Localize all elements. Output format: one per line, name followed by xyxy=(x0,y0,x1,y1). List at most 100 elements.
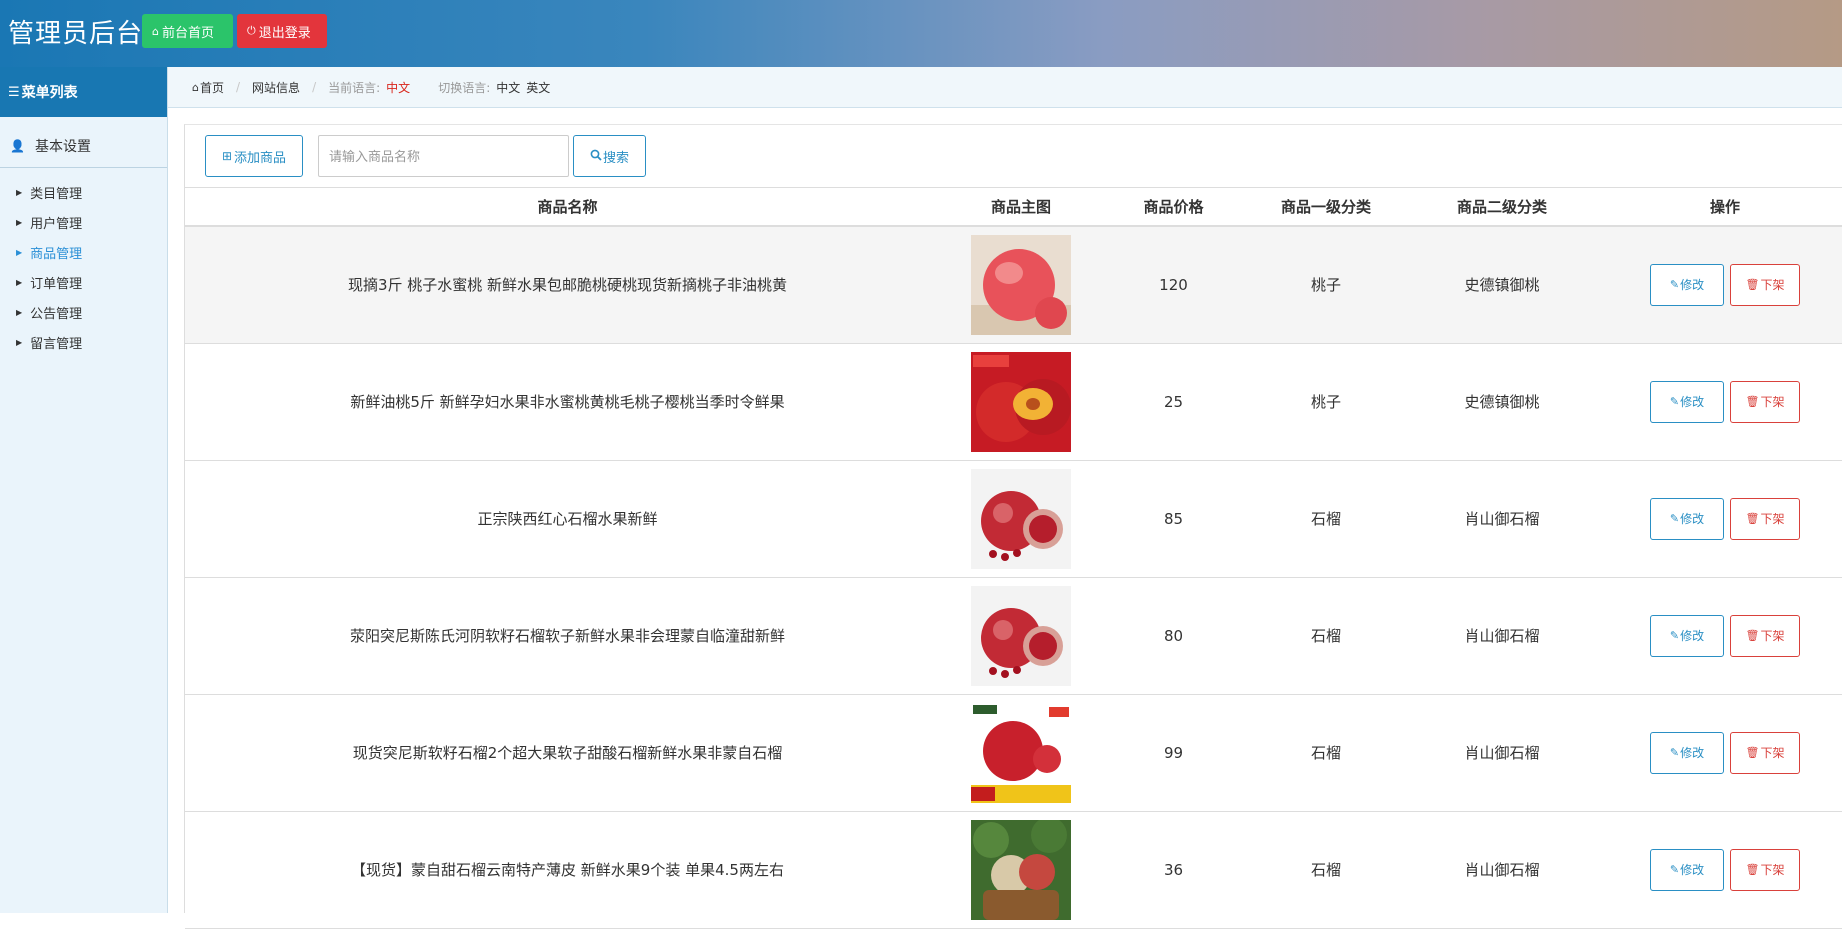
sidebar-item[interactable]: ▶ 公告管理 xyxy=(0,297,167,327)
frontend-home-label: 前台首页 xyxy=(161,25,214,41)
pomegranate-image xyxy=(971,585,1071,686)
sidebar-menu: ▶ 类目管理 ▶ 用户管理 ▶ 商品管理 ▶ 订单管理 ▶ 公告管理 ▶ 留言管理 xyxy=(0,168,167,357)
delist-button[interactable]: 🗑 下架 xyxy=(1730,263,1800,306)
menu-list-title: 菜单列表 xyxy=(21,85,78,101)
column-header-image: 商品主图 xyxy=(990,198,1051,216)
edit-button[interactable]: ✎ 修改 xyxy=(1650,263,1724,306)
product-name: 新鲜油桃5斤 新鲜孕妇水果非水蜜桃黄桃毛桃子樱桃当季时令鲜果 xyxy=(350,393,785,411)
product-price: 99 xyxy=(1163,743,1184,762)
logout-button[interactable]: ⏻ 退出登录 xyxy=(237,14,327,48)
home-icon: ⌂ xyxy=(152,24,159,38)
trash-icon: 🗑 xyxy=(1745,746,1760,759)
delist-button[interactable]: 🗑 下架 xyxy=(1730,497,1800,540)
caret-right-icon: ▶ xyxy=(16,187,23,197)
edit-label: 修改 xyxy=(1680,746,1705,760)
delist-button[interactable]: 🗑 下架 xyxy=(1730,614,1800,657)
search-icon xyxy=(590,149,602,164)
table-row: 新鲜油桃5斤 新鲜孕妇水果非水蜜桃黄桃毛桃子樱桃当季时令鲜果 25 桃子 史德镇御桃 ✎… xyxy=(185,343,1842,460)
edit-button[interactable]: ✎ 修改 xyxy=(1650,848,1724,891)
product-name: 正宗陕西红心石榴水果新鲜 xyxy=(477,510,658,528)
sidebar-item[interactable]: ▶ 留言管理 xyxy=(0,327,167,357)
sidebar-item-label: 订单管理 xyxy=(30,276,83,292)
search-button[interactable]: 搜索 xyxy=(573,135,646,177)
sidebar-item[interactable]: ▶ 用户管理 xyxy=(0,207,167,237)
table-row: 正宗陕西红心石榴水果新鲜 85 石榴 肖山御石榴 ✎ 修改 🗑 下架 xyxy=(185,460,1842,577)
sidebar: ☰ 菜单列表 👤 基本设置 ▶ 类目管理 ▶ 用户管理 ▶ 商品管理 ▶ 订单管理 ▶ 公告管理 ▶… xyxy=(0,67,168,913)
product-price: 120 xyxy=(1159,275,1188,294)
delist-button[interactable]: 🗑 下架 xyxy=(1730,731,1800,774)
frontend-home-button[interactable]: ⌂ 前台首页 xyxy=(142,14,233,48)
edit-label: 修改 xyxy=(1680,863,1705,877)
plus-square-icon: ⊞ xyxy=(221,149,233,163)
sidebar-item-label: 类目管理 xyxy=(30,186,83,202)
delist-label: 下架 xyxy=(1760,395,1785,409)
product-image-cell xyxy=(950,577,1092,694)
breadcrumb-site-info[interactable]: 网站信息 xyxy=(252,79,300,96)
trash-icon: 🗑 xyxy=(1745,512,1760,525)
switch-language-label: 切换语言: xyxy=(438,80,491,95)
edit-icon: ✎ xyxy=(1669,278,1680,292)
sidebar-item[interactable]: ▶ 类目管理 xyxy=(0,177,167,207)
app-title: 管理员后台 xyxy=(8,19,144,49)
delist-button[interactable]: 🗑 下架 xyxy=(1730,848,1800,891)
add-product-button[interactable]: ⊞ 添加商品 xyxy=(205,135,303,177)
caret-right-icon: ▶ xyxy=(16,217,23,227)
delist-label: 下架 xyxy=(1760,746,1785,760)
language-zh-link[interactable]: 中文 xyxy=(496,79,520,96)
delist-label: 下架 xyxy=(1760,278,1785,293)
pomegranate-basket-image xyxy=(971,819,1071,920)
delist-label: 下架 xyxy=(1760,629,1785,643)
product-category2: 史德镇御桃 xyxy=(1464,393,1540,411)
product-actions: ✎ 修改 🗑 下架 xyxy=(1607,577,1842,694)
trash-icon: 🗑 xyxy=(1745,863,1760,876)
product-image-cell xyxy=(950,811,1092,928)
column-header-name: 商品名称 xyxy=(537,198,598,216)
caret-right-icon: ▶ xyxy=(16,277,23,287)
product-category2: 肖山御石榴 xyxy=(1464,861,1540,879)
edit-icon: ✎ xyxy=(1669,863,1680,876)
sidebar-item[interactable]: ▶ 订单管理 xyxy=(0,267,167,297)
column-header-price: 商品价格 xyxy=(1143,198,1204,216)
product-image-cell xyxy=(950,694,1092,811)
basic-settings-group[interactable]: 👤 基本设置 xyxy=(0,125,167,168)
trash-icon: 🗑 xyxy=(1745,395,1760,408)
product-category1: 桃子 xyxy=(1310,393,1341,411)
edit-button[interactable]: ✎ 修改 xyxy=(1650,731,1724,774)
breadcrumb-separator: / xyxy=(312,80,317,94)
language-en-link[interactable]: 英文 xyxy=(526,79,550,96)
breadcrumb-home[interactable]: ⌂ 首页 xyxy=(192,79,224,96)
caret-right-icon: ▶ xyxy=(16,307,23,317)
toolbar: ⊞ 添加商品 搜索 xyxy=(185,125,1842,188)
product-category1: 石榴 xyxy=(1310,744,1341,762)
current-language-label: 当前语言: xyxy=(328,80,381,95)
home-icon: ⌂ xyxy=(192,80,199,94)
edit-icon: ✎ xyxy=(1669,746,1680,759)
edit-label: 修改 xyxy=(1680,278,1705,293)
product-price: 25 xyxy=(1163,392,1184,411)
product-actions: ✎ 修改 🗑 下架 xyxy=(1607,811,1842,928)
delist-label: 下架 xyxy=(1760,863,1785,877)
edit-button[interactable]: ✎ 修改 xyxy=(1650,380,1724,423)
product-price: 85 xyxy=(1163,509,1184,528)
column-header-actions: 操作 xyxy=(1709,198,1740,216)
product-category1: 石榴 xyxy=(1310,861,1341,879)
product-image-cell xyxy=(950,226,1092,343)
sidebar-item[interactable]: ▶ 商品管理 xyxy=(0,237,167,267)
trash-icon: 🗑 xyxy=(1745,278,1760,292)
edit-button[interactable]: ✎ 修改 xyxy=(1650,614,1724,657)
edit-button[interactable]: ✎ 修改 xyxy=(1650,497,1724,540)
column-header-category2: 商品二级分类 xyxy=(1456,198,1547,216)
breadcrumb-separator: / xyxy=(236,80,241,94)
caret-right-icon: ▶ xyxy=(16,247,23,257)
edit-label: 修改 xyxy=(1680,512,1705,526)
menu-list-header: ☰ 菜单列表 xyxy=(0,67,167,117)
product-category1: 石榴 xyxy=(1310,510,1341,528)
delist-label: 下架 xyxy=(1760,512,1785,526)
peach-image xyxy=(971,234,1071,335)
basic-settings-label: 基本设置 xyxy=(34,139,91,155)
sidebar-item-label: 留言管理 xyxy=(30,336,83,352)
product-actions: ✎ 修改 🗑 下架 xyxy=(1607,460,1842,577)
product-search-input[interactable] xyxy=(318,135,569,177)
pomegranate-ad-image xyxy=(971,702,1071,803)
delist-button[interactable]: 🗑 下架 xyxy=(1730,380,1800,423)
